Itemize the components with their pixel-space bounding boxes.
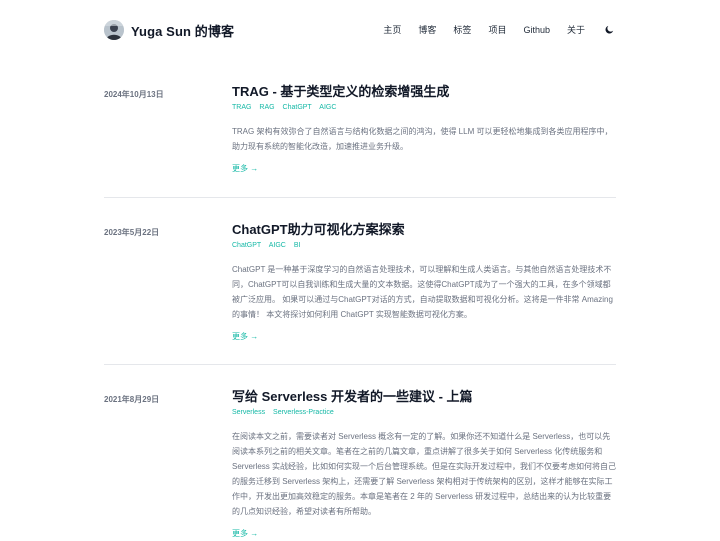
post-summary: ChatGPT 是一种基于深度学习的自然语言处理技术，可以理解和生成人类语言。与… — [232, 265, 613, 319]
nav-home[interactable]: 主页 — [383, 23, 401, 36]
main-nav: 主页 博客 标签 项目 Github 关于 — [383, 23, 616, 36]
post-tags: ChatGPT AIGC BI — [232, 241, 616, 251]
post-title[interactable]: ChatGPT助力可视化方案探索 — [232, 222, 616, 238]
nav-blog[interactable]: 博客 — [418, 23, 436, 36]
tag-link[interactable]: TRAG — [232, 104, 251, 111]
tag-link[interactable]: Serverless — [232, 409, 265, 416]
post-summary: TRAG 架构有效弥合了自然语言与结构化数据之间的鸿沟，使得 LLM 可以更轻松… — [232, 127, 613, 151]
post-date: 2023年5月22日 — [104, 228, 160, 237]
tag-link[interactable]: AIGC — [319, 104, 336, 111]
post-body: 写给 Serverless 开发者的一些建议 - 上篇 Serverless S… — [232, 389, 616, 541]
post-item: 2021年8月29日 写给 Serverless 开发者的一些建议 - 上篇 S… — [104, 389, 616, 539]
nav-about[interactable]: 关于 — [567, 23, 585, 36]
post-item: 2024年10月13日 TRAG - 基于类型定义的检索增强生成 TRAG RA… — [104, 84, 616, 184]
tag-link[interactable]: AIGC — [269, 242, 286, 249]
avatar — [104, 20, 124, 40]
read-more-link[interactable]: 更多 → — [232, 163, 258, 174]
site-title: Yuga Sun 的博客 — [131, 23, 235, 39]
site-brand[interactable]: Yuga Sun 的博客 — [104, 20, 234, 40]
read-more-link[interactable]: 更多 → — [232, 528, 258, 539]
tag-link[interactable]: BI — [294, 242, 301, 249]
post-item: 2023年5月22日 ChatGPT助力可视化方案探索 ChatGPT AIGC… — [104, 222, 616, 342]
post-date: 2024年10月13日 — [104, 90, 164, 99]
post-date: 2021年8月29日 — [104, 395, 160, 404]
tag-link[interactable]: ChatGPT — [232, 242, 261, 249]
post-body: TRAG - 基于类型定义的检索增强生成 TRAG RAG ChatGPT AI… — [232, 84, 616, 176]
nav-projects[interactable]: 项目 — [488, 23, 506, 36]
post-tags: Serverless Serverless-Practice — [232, 408, 616, 418]
divider — [104, 197, 616, 198]
post-title[interactable]: 写给 Serverless 开发者的一些建议 - 上篇 — [232, 389, 616, 405]
tag-link[interactable]: Serverless-Practice — [273, 409, 334, 416]
tag-link[interactable]: RAG — [259, 104, 274, 111]
post-tags: TRAG RAG ChatGPT AIGC — [232, 103, 616, 113]
divider — [104, 364, 616, 365]
post-body: ChatGPT助力可视化方案探索 ChatGPT AIGC BI ChatGPT… — [232, 222, 616, 344]
post-summary: 在阅读本文之前，需要读者对 Serverless 概念有一定的了解。如果你还不知… — [232, 432, 617, 516]
site-header: Yuga Sun 的博客 主页 博客 标签 项目 Github 关于 — [104, 20, 616, 42]
read-more-link[interactable]: 更多 → — [232, 331, 258, 342]
nav-github[interactable]: Github — [523, 25, 550, 35]
post-title[interactable]: TRAG - 基于类型定义的检索增强生成 — [232, 84, 616, 100]
tag-link[interactable]: ChatGPT — [283, 104, 312, 111]
moon-icon[interactable] — [604, 24, 616, 36]
nav-tags[interactable]: 标签 — [453, 23, 471, 36]
